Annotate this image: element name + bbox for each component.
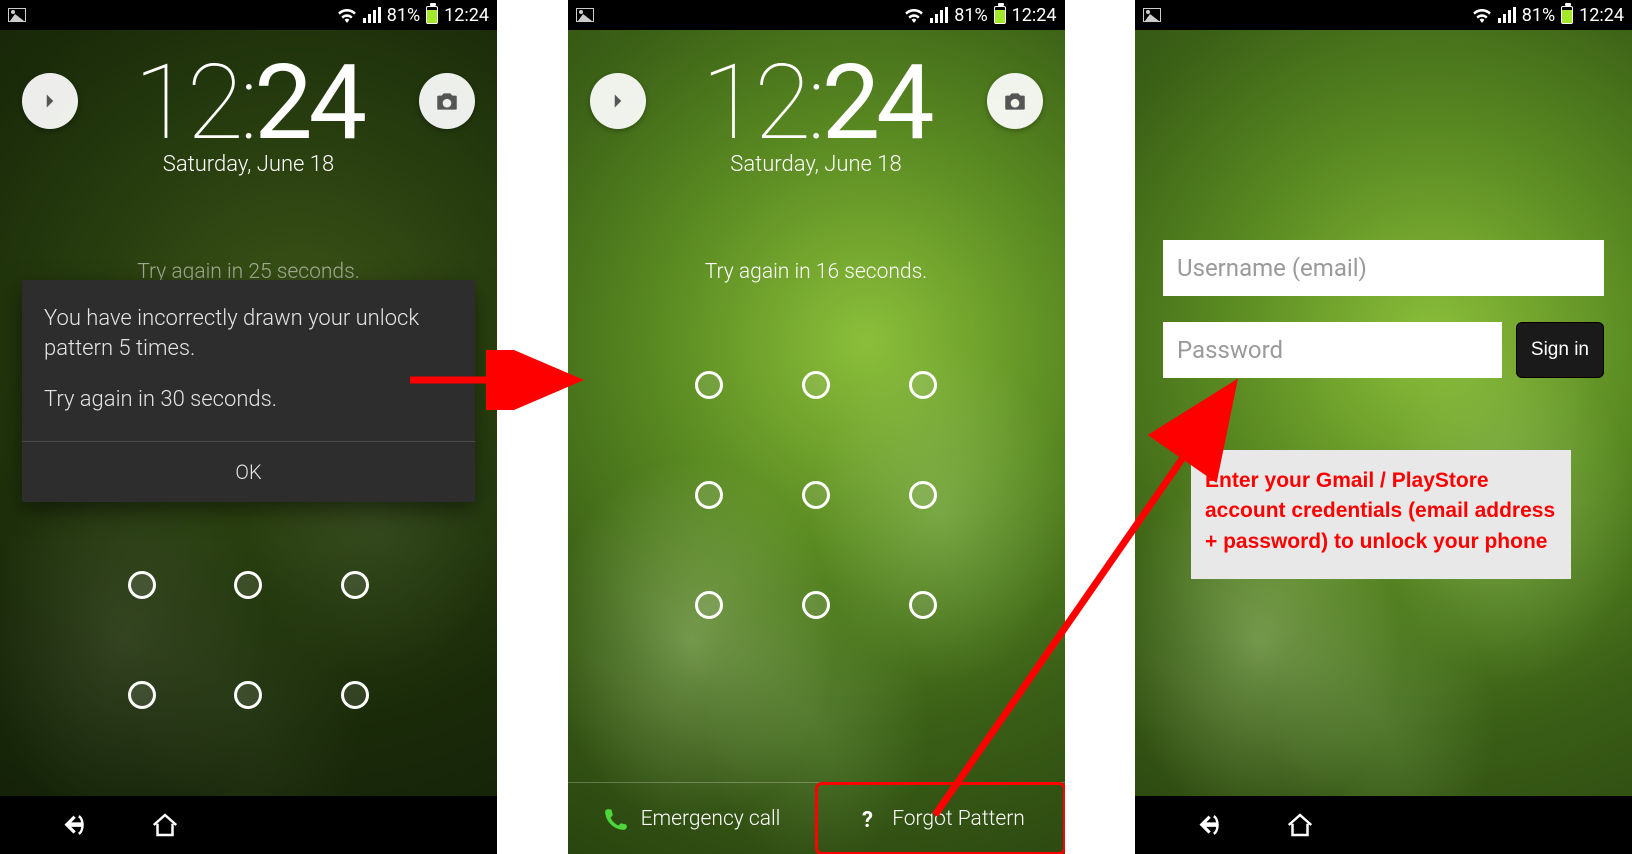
pattern-dot[interactable] bbox=[763, 440, 870, 550]
lock-date: Saturday, June 18 bbox=[78, 152, 419, 177]
phone-screen-1: 81% 12:24 12:24 Saturday, June 18 Try ag… bbox=[0, 0, 497, 854]
username-input[interactable] bbox=[1163, 240, 1604, 296]
pattern-dot[interactable] bbox=[302, 640, 409, 750]
question-icon: ? bbox=[856, 807, 880, 831]
pattern-dot[interactable] bbox=[869, 440, 976, 550]
password-input[interactable] bbox=[1163, 322, 1502, 378]
status-bar: 81% 12:24 bbox=[1135, 0, 1632, 30]
nav-bar bbox=[0, 796, 497, 854]
pattern-dot[interactable] bbox=[763, 330, 870, 440]
status-bar: 81% 12:24 bbox=[568, 0, 1065, 30]
nav-bar bbox=[1135, 796, 1632, 854]
status-bar: 81% 12:24 bbox=[0, 0, 497, 30]
battery-icon bbox=[426, 6, 438, 24]
home-icon[interactable] bbox=[150, 810, 180, 840]
chevron-right-icon bbox=[37, 88, 63, 114]
svg-text:?: ? bbox=[862, 808, 873, 831]
emergency-call-label: Emergency call bbox=[641, 807, 781, 831]
back-icon[interactable] bbox=[60, 810, 90, 840]
forgot-pattern-label: Forgot Pattern bbox=[892, 807, 1025, 831]
pattern-dot[interactable] bbox=[195, 640, 302, 750]
phone-screen-2: 81% 12:24 12:24 Saturday, June 18 Try ag… bbox=[568, 0, 1065, 854]
pattern-dot[interactable] bbox=[656, 440, 763, 550]
dialog-text-line1: You have incorrectly drawn your unlock p… bbox=[44, 304, 453, 363]
pattern-dot[interactable] bbox=[869, 330, 976, 440]
camera-shortcut-button[interactable] bbox=[987, 73, 1043, 129]
pattern-dot[interactable] bbox=[656, 550, 763, 660]
pattern-dot[interactable] bbox=[302, 530, 409, 640]
google-signin-form: Sign in bbox=[1163, 240, 1604, 378]
battery-icon bbox=[1561, 6, 1573, 24]
pattern-dot[interactable] bbox=[89, 640, 196, 750]
lock-bottom-row: Emergency call ? Forgot Pattern bbox=[568, 782, 1065, 854]
forgot-pattern-button[interactable]: ? Forgot Pattern bbox=[816, 783, 1065, 854]
lock-date: Saturday, June 18 bbox=[646, 152, 987, 177]
wrong-pattern-dialog: You have incorrectly drawn your unlock p… bbox=[22, 280, 475, 502]
wifi-icon bbox=[904, 7, 924, 23]
lock-clock: 12:24 bbox=[78, 55, 419, 154]
statusbar-time: 12:24 bbox=[1012, 5, 1057, 26]
lock-widget-row: 12:24 Saturday, June 18 bbox=[568, 55, 1065, 177]
pattern-grid[interactable] bbox=[656, 330, 976, 660]
notification-picture-icon bbox=[1143, 8, 1161, 22]
dialog-ok-button[interactable]: OK bbox=[22, 442, 475, 502]
camera-shortcut-button[interactable] bbox=[419, 73, 475, 129]
statusbar-time: 12:24 bbox=[1579, 5, 1624, 26]
signal-icon bbox=[363, 7, 381, 23]
widgets-button[interactable] bbox=[22, 73, 78, 129]
statusbar-time: 12:24 bbox=[444, 5, 489, 26]
back-icon[interactable] bbox=[1195, 810, 1225, 840]
lock-widget-row: 12:24 Saturday, June 18 bbox=[0, 55, 497, 177]
camera-icon bbox=[1002, 88, 1028, 114]
home-icon[interactable] bbox=[1285, 810, 1315, 840]
pattern-dot[interactable] bbox=[656, 330, 763, 440]
phone-icon bbox=[603, 806, 629, 832]
try-again-text: Try again in 16 seconds. bbox=[568, 260, 1065, 284]
phone-screen-3: 81% 12:24 Sign in Enter your Gmail / Pla… bbox=[1135, 0, 1632, 854]
pattern-dot[interactable] bbox=[89, 530, 196, 640]
signal-icon bbox=[1498, 7, 1516, 23]
widgets-button[interactable] bbox=[590, 73, 646, 129]
signal-icon bbox=[930, 7, 948, 23]
annotation-callout: Enter your Gmail / PlayStore account cre… bbox=[1191, 450, 1571, 579]
dialog-text-line2: Try again in 30 seconds. bbox=[44, 385, 453, 415]
wifi-icon bbox=[337, 7, 357, 23]
pattern-dot[interactable] bbox=[195, 530, 302, 640]
battery-pct: 81% bbox=[1522, 5, 1555, 26]
pattern-dot[interactable] bbox=[763, 550, 870, 660]
camera-icon bbox=[434, 88, 460, 114]
battery-icon bbox=[994, 6, 1006, 24]
battery-pct: 81% bbox=[387, 5, 420, 26]
battery-pct: 81% bbox=[954, 5, 987, 26]
wifi-icon bbox=[1472, 7, 1492, 23]
emergency-call-button[interactable]: Emergency call bbox=[568, 783, 816, 854]
notification-picture-icon bbox=[576, 8, 594, 22]
signin-button[interactable]: Sign in bbox=[1516, 322, 1604, 378]
pattern-dot[interactable] bbox=[869, 550, 976, 660]
chevron-right-icon bbox=[605, 88, 631, 114]
lock-clock: 12:24 bbox=[646, 55, 987, 154]
notification-picture-icon bbox=[8, 8, 26, 22]
